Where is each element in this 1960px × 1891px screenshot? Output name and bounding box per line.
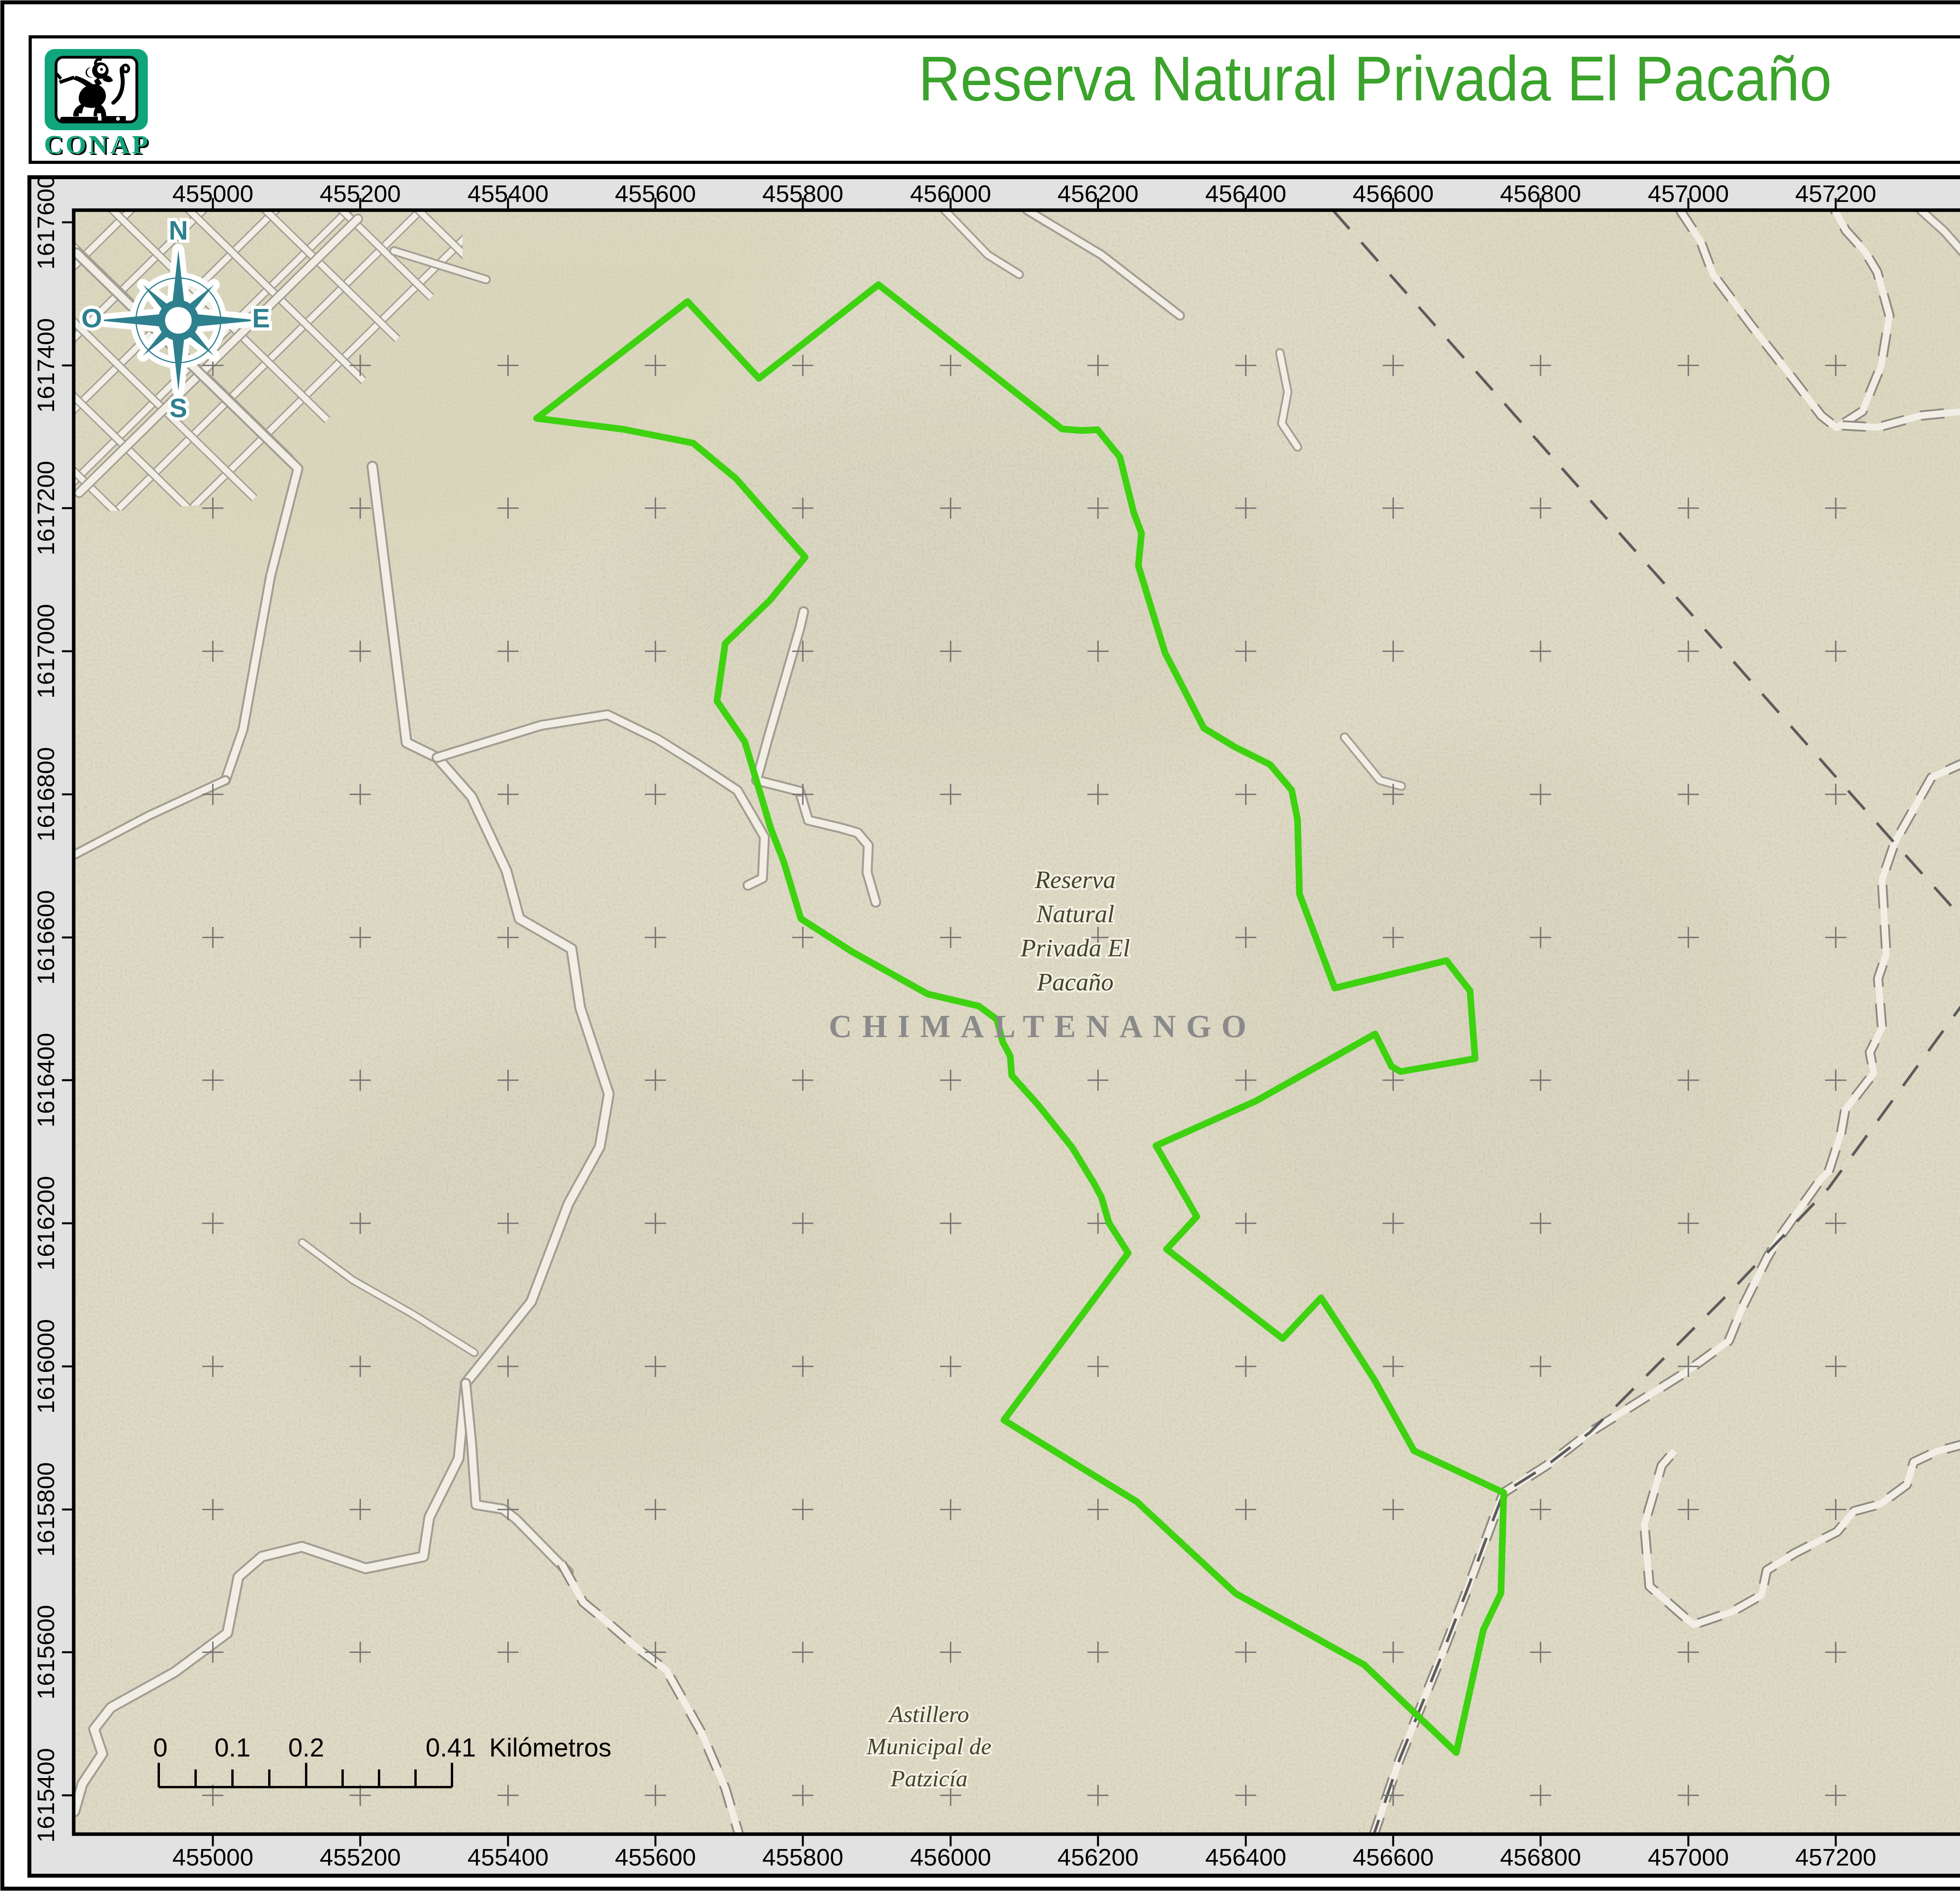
svg-text:1617200: 1617200: [1958, 461, 1960, 555]
svg-text:455000: 455000: [172, 1844, 254, 1871]
svg-text:1617600: 1617600: [1958, 175, 1960, 269]
svg-text:455600: 455600: [615, 1844, 696, 1871]
svg-text:1616800: 1616800: [32, 747, 59, 841]
svg-text:456400: 456400: [1205, 1844, 1287, 1871]
svg-text:CONAP: CONAP: [44, 129, 151, 159]
svg-text:1617200: 1617200: [32, 461, 59, 555]
svg-text:Pacaño: Pacaño: [1036, 968, 1114, 996]
svg-text:1616600: 1616600: [1958, 890, 1960, 985]
svg-text:N: N: [169, 215, 188, 245]
svg-text:1616200: 1616200: [32, 1176, 59, 1270]
svg-text:0.1: 0.1: [214, 1733, 250, 1762]
svg-text:Privada El: Privada El: [1020, 934, 1130, 962]
svg-text:456400: 456400: [1205, 180, 1287, 207]
svg-text:456600: 456600: [1353, 180, 1434, 207]
svg-text:1616200: 1616200: [1958, 1176, 1960, 1270]
svg-text:457000: 457000: [1648, 180, 1729, 207]
svg-text:1615600: 1615600: [1958, 1605, 1960, 1699]
svg-text:455000: 455000: [172, 180, 254, 207]
svg-text:456200: 456200: [1058, 1844, 1139, 1871]
svg-text:455600: 455600: [615, 180, 696, 207]
svg-text:1617400: 1617400: [32, 318, 59, 412]
svg-text:1616400: 1616400: [32, 1033, 59, 1127]
svg-text:Municipal de: Municipal de: [866, 1733, 991, 1759]
svg-text:Reserva: Reserva: [1034, 866, 1116, 894]
svg-text:456000: 456000: [910, 180, 991, 207]
svg-text:455200: 455200: [320, 180, 401, 207]
svg-text:1616000: 1616000: [1958, 1319, 1960, 1413]
svg-text:455800: 455800: [762, 180, 844, 207]
svg-text:1616000: 1616000: [32, 1319, 59, 1413]
svg-text:1615800: 1615800: [1958, 1462, 1960, 1557]
svg-text:0.41: 0.41: [426, 1733, 476, 1762]
svg-text:1615800: 1615800: [32, 1462, 59, 1557]
svg-text:1617400: 1617400: [1958, 318, 1960, 412]
svg-text:456800: 456800: [1500, 180, 1581, 207]
svg-text:1616800: 1616800: [1958, 747, 1960, 841]
svg-text:S: S: [169, 393, 187, 423]
svg-text:E: E: [252, 303, 270, 333]
svg-text:O: O: [82, 303, 102, 333]
svg-text:Astillero: Astillero: [887, 1701, 969, 1727]
svg-text:1617600: 1617600: [32, 175, 59, 269]
svg-text:1617000: 1617000: [32, 604, 59, 698]
svg-text:1617000: 1617000: [1958, 604, 1960, 698]
svg-text:0: 0: [153, 1733, 168, 1762]
svg-text:Patzicía: Patzicía: [890, 1766, 968, 1791]
svg-text:457200: 457200: [1795, 1844, 1877, 1871]
svg-text:1615600: 1615600: [32, 1605, 59, 1699]
svg-text:1616600: 1616600: [32, 890, 59, 985]
svg-text:456200: 456200: [1058, 180, 1139, 207]
svg-text:455200: 455200: [320, 1844, 401, 1871]
svg-text:456600: 456600: [1353, 1844, 1434, 1871]
svg-text:Reserva Natural Privada El Pac: Reserva Natural Privada El Pacaño: [918, 43, 1832, 114]
svg-text:456000: 456000: [910, 1844, 991, 1871]
svg-text:Kilómetros: Kilómetros: [489, 1733, 612, 1762]
svg-text:1615400: 1615400: [1958, 1748, 1960, 1842]
svg-text:1616400: 1616400: [1958, 1033, 1960, 1127]
svg-text:1615400: 1615400: [32, 1748, 59, 1842]
svg-text:457200: 457200: [1795, 180, 1877, 207]
svg-text:457000: 457000: [1648, 1844, 1729, 1871]
svg-text:455400: 455400: [468, 1844, 549, 1871]
svg-text:455800: 455800: [762, 1844, 844, 1871]
svg-text:0.2: 0.2: [288, 1733, 324, 1762]
svg-text:456800: 456800: [1500, 1844, 1581, 1871]
svg-text:455400: 455400: [468, 180, 549, 207]
svg-text:Natural: Natural: [1036, 900, 1114, 928]
svg-text:CHIMALTENANGO: CHIMALTENANGO: [829, 1008, 1256, 1044]
